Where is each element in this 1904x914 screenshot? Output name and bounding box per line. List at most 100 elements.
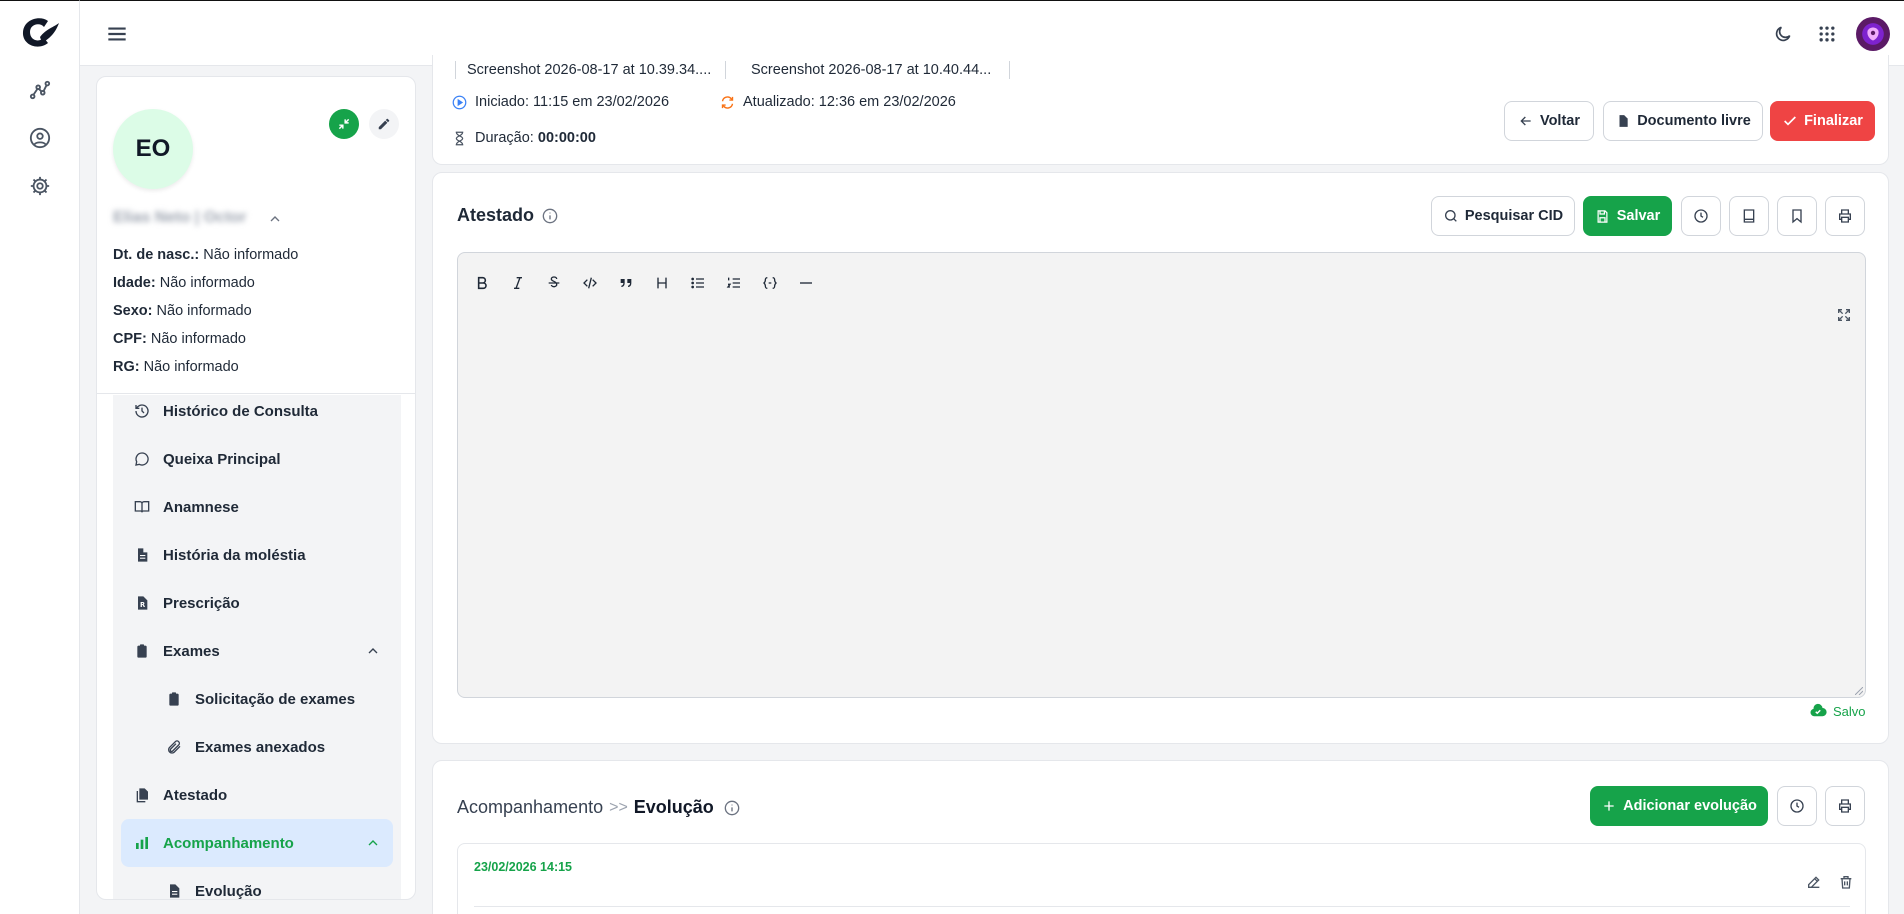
attachment-separator (1009, 61, 1010, 79)
finish-button[interactable]: Finalizar (1770, 101, 1875, 141)
pencil-icon (378, 118, 390, 130)
session-card: Screenshot 2026-08-17 at 10.39.34.... Sc… (432, 55, 1889, 165)
plus-icon (1601, 798, 1617, 814)
quote-icon[interactable] (612, 269, 640, 297)
bar-chart-icon (133, 834, 151, 852)
consultation-nav: Histórico de Consulta Queixa Principal A… (113, 395, 401, 899)
prescription-icon: R (133, 594, 151, 612)
save-button[interactable]: Salvar (1583, 196, 1672, 236)
refresh-icon (719, 94, 735, 110)
edit-patient-button[interactable] (369, 109, 399, 139)
evolution-history-button[interactable] (1777, 786, 1817, 826)
evolution-date: 23/02/2026 14:15 (474, 860, 573, 874)
user-circle-icon[interactable] (26, 124, 54, 152)
search-cid-button[interactable]: Pesquisar CID (1431, 196, 1575, 236)
apps-grid-icon[interactable] (1814, 21, 1840, 47)
horizontal-rule-icon[interactable] (792, 269, 820, 297)
collapse-panel-button[interactable] (329, 109, 359, 139)
floppy-icon (1595, 208, 1611, 224)
attachment-separator (725, 61, 726, 79)
app-rail (0, 0, 80, 914)
nav-item-anamnese[interactable]: Anamnese (121, 483, 393, 531)
italic-icon[interactable] (504, 269, 532, 297)
evolution-divider (474, 906, 1850, 907)
patient-name: Elias Neto | Octor (113, 209, 247, 226)
minimize-icon (338, 118, 350, 130)
nav-item-evolucao[interactable]: Evolução (121, 867, 393, 899)
analytics-icon[interactable] (26, 76, 54, 104)
nav-item-acompanhamento[interactable]: Acompanhamento (121, 819, 393, 867)
variable-icon[interactable] (756, 269, 784, 297)
nav-item-historico[interactable]: Histórico de Consulta (121, 387, 393, 435)
clock-icon (1693, 208, 1709, 224)
print-button[interactable] (1825, 196, 1865, 236)
strikethrough-icon[interactable] (540, 269, 568, 297)
session-duration: Duração: 00:00:00 (451, 130, 596, 146)
text-editor[interactable] (457, 252, 1866, 698)
nav-item-exames-anexados[interactable]: Exames anexados (121, 723, 393, 771)
document-icon (1615, 113, 1631, 129)
info-icon[interactable] (724, 800, 740, 816)
attachment-item[interactable]: Screenshot 2026-08-17 at 10.39.34.... (467, 62, 711, 78)
free-document-button[interactable]: Documento livre (1603, 101, 1763, 141)
nav-item-queixa[interactable]: Queixa Principal (121, 435, 393, 483)
back-button[interactable]: Voltar (1504, 101, 1594, 141)
heading-icon[interactable] (648, 269, 676, 297)
patient-birthdate: Dt. de nasc.: Não informado (113, 247, 299, 263)
cloud-check-icon (1809, 702, 1827, 720)
saved-status: Salvo (1809, 702, 1866, 720)
followup-card: Acompanhamento >> Evolução Adicionar evo… (432, 760, 1889, 914)
templates-button[interactable] (1729, 196, 1769, 236)
resize-handle[interactable] (1855, 687, 1863, 695)
nav-item-solicitacao-exames[interactable]: Solicitação de exames (121, 675, 393, 723)
chevron-up-icon[interactable] (267, 211, 283, 227)
ordered-list-icon[interactable] (720, 269, 748, 297)
svg-text:R: R (140, 601, 145, 609)
app-logo[interactable] (18, 13, 62, 53)
search-icon (1443, 208, 1459, 224)
breadcrumb-parent[interactable]: Acompanhamento (457, 797, 603, 818)
patient-age: Idade: Não informado (113, 275, 255, 291)
patient-cpf: CPF: Não informado (113, 331, 246, 347)
documents-icon (133, 786, 151, 804)
bookmark-icon (1789, 208, 1805, 224)
bookmark-button[interactable] (1777, 196, 1817, 236)
user-avatar[interactable] (1856, 17, 1890, 51)
nav-item-exames[interactable]: Exames (121, 627, 393, 675)
attachment-item[interactable]: Screenshot 2026-08-17 at 10.40.44... (751, 62, 991, 78)
nav-item-prescricao[interactable]: R Prescrição (121, 579, 393, 627)
menu-icon[interactable] (104, 21, 130, 47)
chevron-up-icon[interactable] (365, 643, 381, 659)
atestado-title: Atestado (457, 205, 558, 226)
clipboard-icon (133, 642, 151, 660)
info-icon[interactable] (542, 208, 558, 224)
trash-icon[interactable] (1836, 872, 1856, 892)
bold-icon[interactable] (468, 269, 496, 297)
paperclip-icon (165, 738, 183, 756)
printer-icon (1837, 798, 1853, 814)
session-started: Iniciado: 11:15 em 23/02/2026 (451, 94, 669, 110)
arrow-left-icon (1518, 113, 1534, 129)
bullet-list-icon[interactable] (684, 269, 712, 297)
hourglass-icon (451, 130, 467, 146)
patient-rg: RG: Não informado (113, 359, 239, 375)
nav-item-historia[interactable]: História da moléstia (121, 531, 393, 579)
nav-item-atestado[interactable]: Atestado (121, 771, 393, 819)
moon-icon[interactable] (1770, 21, 1796, 47)
history-icon (133, 402, 151, 420)
check-icon (1782, 113, 1798, 129)
session-updated: Atualizado: 12:36 em 23/02/2026 (719, 94, 956, 110)
play-circle-icon (451, 94, 467, 110)
printer-icon (1837, 208, 1853, 224)
breadcrumb-separator: >> (609, 798, 628, 816)
clipboard-icon (165, 690, 183, 708)
evolution-print-button[interactable] (1825, 786, 1865, 826)
chat-bubble-icon (133, 450, 151, 468)
edit-icon[interactable] (1804, 872, 1824, 892)
expand-icon[interactable] (1836, 307, 1854, 325)
code-icon[interactable] (576, 269, 604, 297)
add-evolution-button[interactable]: Adicionar evolução (1590, 786, 1768, 826)
chevron-up-icon[interactable] (365, 835, 381, 851)
history-button[interactable] (1681, 196, 1721, 236)
gear-icon[interactable] (26, 172, 54, 200)
